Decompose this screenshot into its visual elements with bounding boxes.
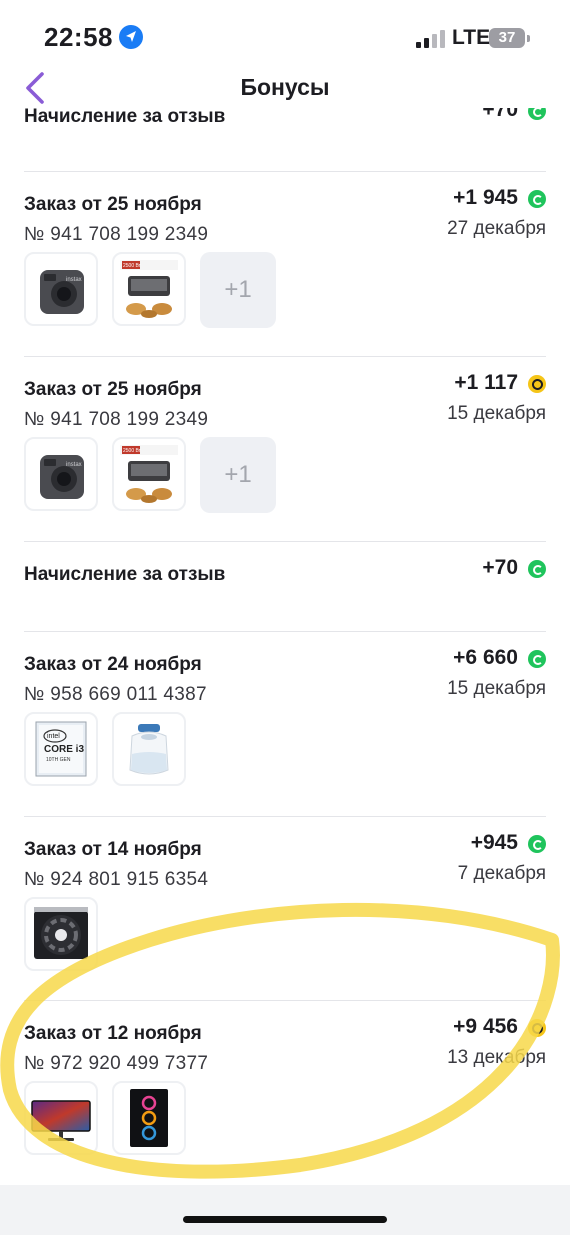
bonus-amount: +1 945 xyxy=(453,186,518,209)
product-thumbnail[interactable]: instax xyxy=(24,437,98,511)
camera-brand: instax xyxy=(66,277,82,283)
navigation-bar: Бонусы xyxy=(0,68,570,108)
order-title: Заказ от 24 ноября xyxy=(24,654,202,675)
battery-tip xyxy=(527,35,530,42)
monitor-icon xyxy=(31,1100,91,1141)
order-title: Заказ от 25 ноября xyxy=(24,379,202,400)
bottom-safe-area xyxy=(0,1185,570,1235)
divider xyxy=(24,356,546,357)
product-thumbnail[interactable]: intel CORE i3 10TH GEN xyxy=(24,712,98,786)
cpu-cooler-icon xyxy=(34,907,88,959)
order-number: № 924 801 915 6354 xyxy=(24,869,209,890)
home-indicator[interactable] xyxy=(183,1216,387,1223)
more-products-badge[interactable]: +1 xyxy=(200,252,276,328)
accrual-date: 27 декабря xyxy=(447,218,546,239)
product-thumbnail[interactable] xyxy=(112,712,186,786)
status-bar: 22:58 LTE 37 xyxy=(0,0,570,70)
accrual-date: 15 декабря xyxy=(447,403,546,424)
cpu-brand: intel xyxy=(47,733,60,740)
camera-brand: instax xyxy=(66,462,82,468)
product-thumbnail[interactable]: instax xyxy=(24,252,98,326)
grill-badge: 2500 Вт xyxy=(123,263,142,269)
order-title: Заказ от 14 ноября xyxy=(24,839,202,860)
bonus-amount: +1 117 xyxy=(454,371,518,394)
bonus-coin-icon xyxy=(528,190,546,208)
divider xyxy=(24,816,546,817)
battery-icon: 37 xyxy=(489,28,525,48)
order-title: Заказ от 25 ноября xyxy=(24,194,202,215)
status-time: 22:58 xyxy=(44,22,113,52)
processor-box-icon: intel CORE i3 10TH GEN xyxy=(35,721,87,777)
divider xyxy=(24,541,546,542)
order-number: № 972 920 499 7377 xyxy=(24,1053,209,1074)
bonus-amount: +70 xyxy=(482,556,518,579)
cpu-generation: 10TH GEN xyxy=(46,757,71,763)
divider xyxy=(24,171,546,172)
grill-icon: 2500 Вт xyxy=(120,445,178,503)
product-thumbnail[interactable] xyxy=(24,897,98,971)
transaction-title: Начисление за отзыв xyxy=(24,564,226,585)
bonus-history-list[interactable]: Начисление за отзыв +70 Заказ от 25 нояб… xyxy=(0,96,570,1184)
more-products-badge[interactable]: +1 xyxy=(200,437,276,513)
bonus-coin-icon xyxy=(528,1019,546,1037)
transaction-title: Начисление за отзыв xyxy=(24,106,226,127)
bonus-coin-icon xyxy=(528,560,546,578)
product-thumbnail[interactable]: 2500 Вт xyxy=(112,437,186,511)
cellular-signal-icon xyxy=(416,30,446,48)
accrual-date: 7 декабря xyxy=(457,863,546,884)
cpu-model: CORE i3 xyxy=(44,744,84,755)
order-number: № 941 708 199 2349 xyxy=(24,224,209,245)
pc-case-icon xyxy=(130,1089,168,1147)
order-number: № 941 708 199 2349 xyxy=(24,409,209,430)
divider xyxy=(24,1000,546,1001)
instant-camera-icon: instax xyxy=(40,455,84,499)
grill-icon: 2500 Вт xyxy=(120,260,178,318)
location-arrow-icon xyxy=(119,25,143,49)
accrual-date: 15 декабря xyxy=(447,678,546,699)
bonus-amount: +6 660 xyxy=(453,646,518,669)
instant-camera-icon: instax xyxy=(40,270,84,314)
divider xyxy=(24,631,546,632)
bonus-amount: +945 xyxy=(470,831,518,854)
grill-badge: 2500 Вт xyxy=(123,448,142,454)
bonus-coin-icon xyxy=(528,375,546,393)
product-thumbnail[interactable] xyxy=(112,1081,186,1155)
humidifier-icon xyxy=(129,724,169,775)
network-type: LTE xyxy=(452,26,491,49)
order-number: № 958 669 011 4387 xyxy=(24,684,207,705)
page-title: Бонусы xyxy=(240,74,330,100)
bonus-amount: +9 456 xyxy=(453,1015,518,1038)
bonus-coin-icon xyxy=(528,835,546,853)
battery-level: 37 xyxy=(498,29,516,46)
order-title: Заказ от 12 ноября xyxy=(24,1023,202,1044)
product-thumbnail[interactable]: 2500 Вт xyxy=(112,252,186,326)
product-thumbnail[interactable] xyxy=(24,1081,98,1155)
bonus-coin-icon xyxy=(528,650,546,668)
accrual-date: 13 декабря xyxy=(447,1047,546,1068)
